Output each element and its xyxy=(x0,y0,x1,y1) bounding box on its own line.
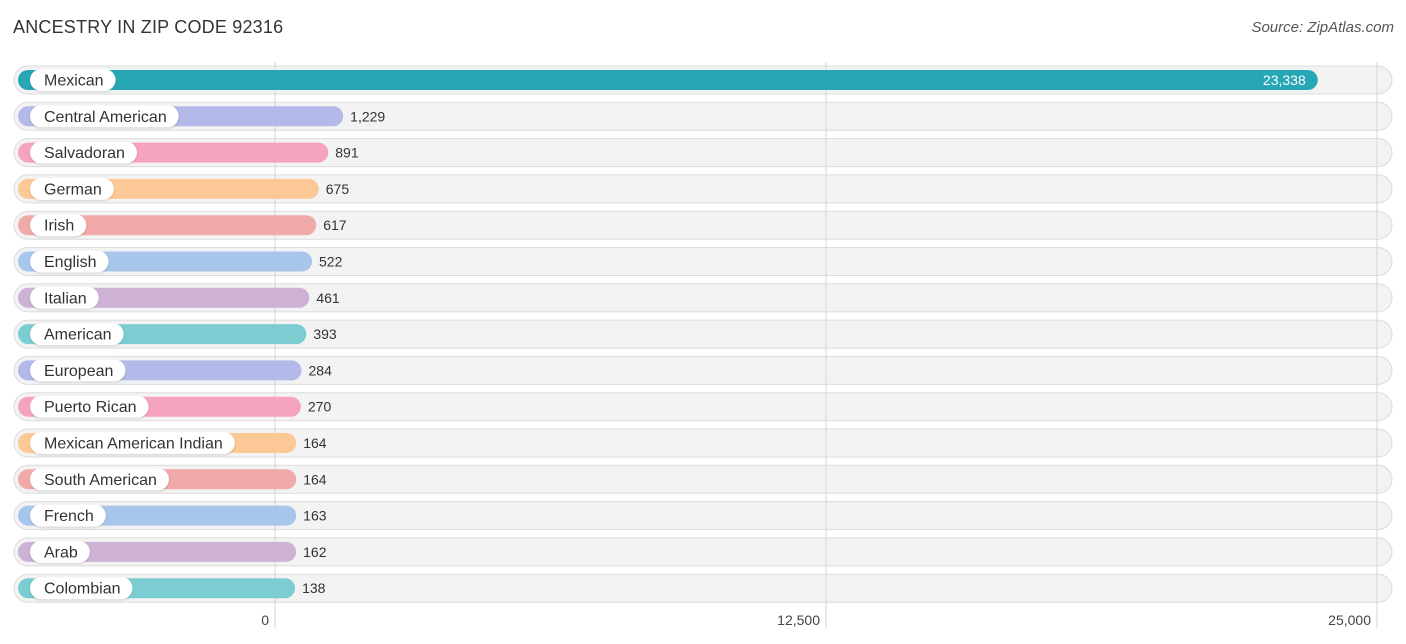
bar-group: Mexican 23,338 xyxy=(18,69,1318,91)
bar-chart: Mexican 23,338 Central American 1,229 Salvad… xyxy=(13,62,1393,628)
value-label: 270 xyxy=(308,399,332,415)
value-label: 675 xyxy=(326,181,350,197)
category-label: Italian xyxy=(44,290,87,307)
bar-group: Mexican American Indian 164 xyxy=(18,432,327,454)
category-label: European xyxy=(44,363,113,380)
value-label: 461 xyxy=(316,290,340,306)
x-tick-label: 0 xyxy=(261,612,269,628)
category-label: Colombian xyxy=(44,581,120,598)
category-label: Arab xyxy=(44,544,78,561)
bar-group: American 393 xyxy=(18,323,337,346)
bar-group: English 522 xyxy=(18,250,343,273)
bar-group: French 163 xyxy=(18,504,327,527)
x-tick-label: 12,500 xyxy=(777,612,820,628)
bar xyxy=(18,70,1318,90)
category-label: Irish xyxy=(44,218,74,235)
category-label: Mexican American Indian xyxy=(44,436,223,453)
bar-group: German 675 xyxy=(18,177,350,200)
value-label: 891 xyxy=(335,145,359,161)
value-label: 138 xyxy=(302,580,326,596)
value-label: 1,229 xyxy=(350,108,385,124)
value-label: 522 xyxy=(319,254,343,270)
category-label: Mexican xyxy=(44,73,104,90)
bar-group: European 284 xyxy=(18,359,333,382)
category-label: Central American xyxy=(44,109,167,126)
category-label: English xyxy=(44,254,96,271)
value-label: 393 xyxy=(313,326,337,342)
value-label: 162 xyxy=(303,544,327,560)
value-label: 164 xyxy=(303,435,327,451)
bar-group: Irish 617 xyxy=(18,214,347,237)
bar-group: Arab 162 xyxy=(18,540,327,563)
category-label: German xyxy=(44,181,102,198)
bar-group: Colombian 138 xyxy=(18,577,326,600)
bar-group: Salvadoran 891 xyxy=(18,141,359,164)
category-label: Puerto Rican xyxy=(44,399,137,416)
category-label: French xyxy=(44,508,94,525)
category-label: American xyxy=(44,327,112,344)
value-label: 23,338 xyxy=(1263,72,1306,88)
bar-group: Central American 1,229 xyxy=(18,105,385,128)
value-label: 284 xyxy=(309,362,333,378)
value-label: 164 xyxy=(303,471,327,487)
category-label: Salvadoran xyxy=(44,145,125,162)
value-label: 617 xyxy=(323,217,347,233)
bar-group: Italian 461 xyxy=(18,286,340,309)
bar-group: Puerto Rican 270 xyxy=(18,395,332,418)
bar-group: South American 164 xyxy=(18,468,327,491)
x-tick-label: 25,000 xyxy=(1328,612,1371,628)
category-label: South American xyxy=(44,472,157,489)
value-label: 163 xyxy=(303,508,327,524)
